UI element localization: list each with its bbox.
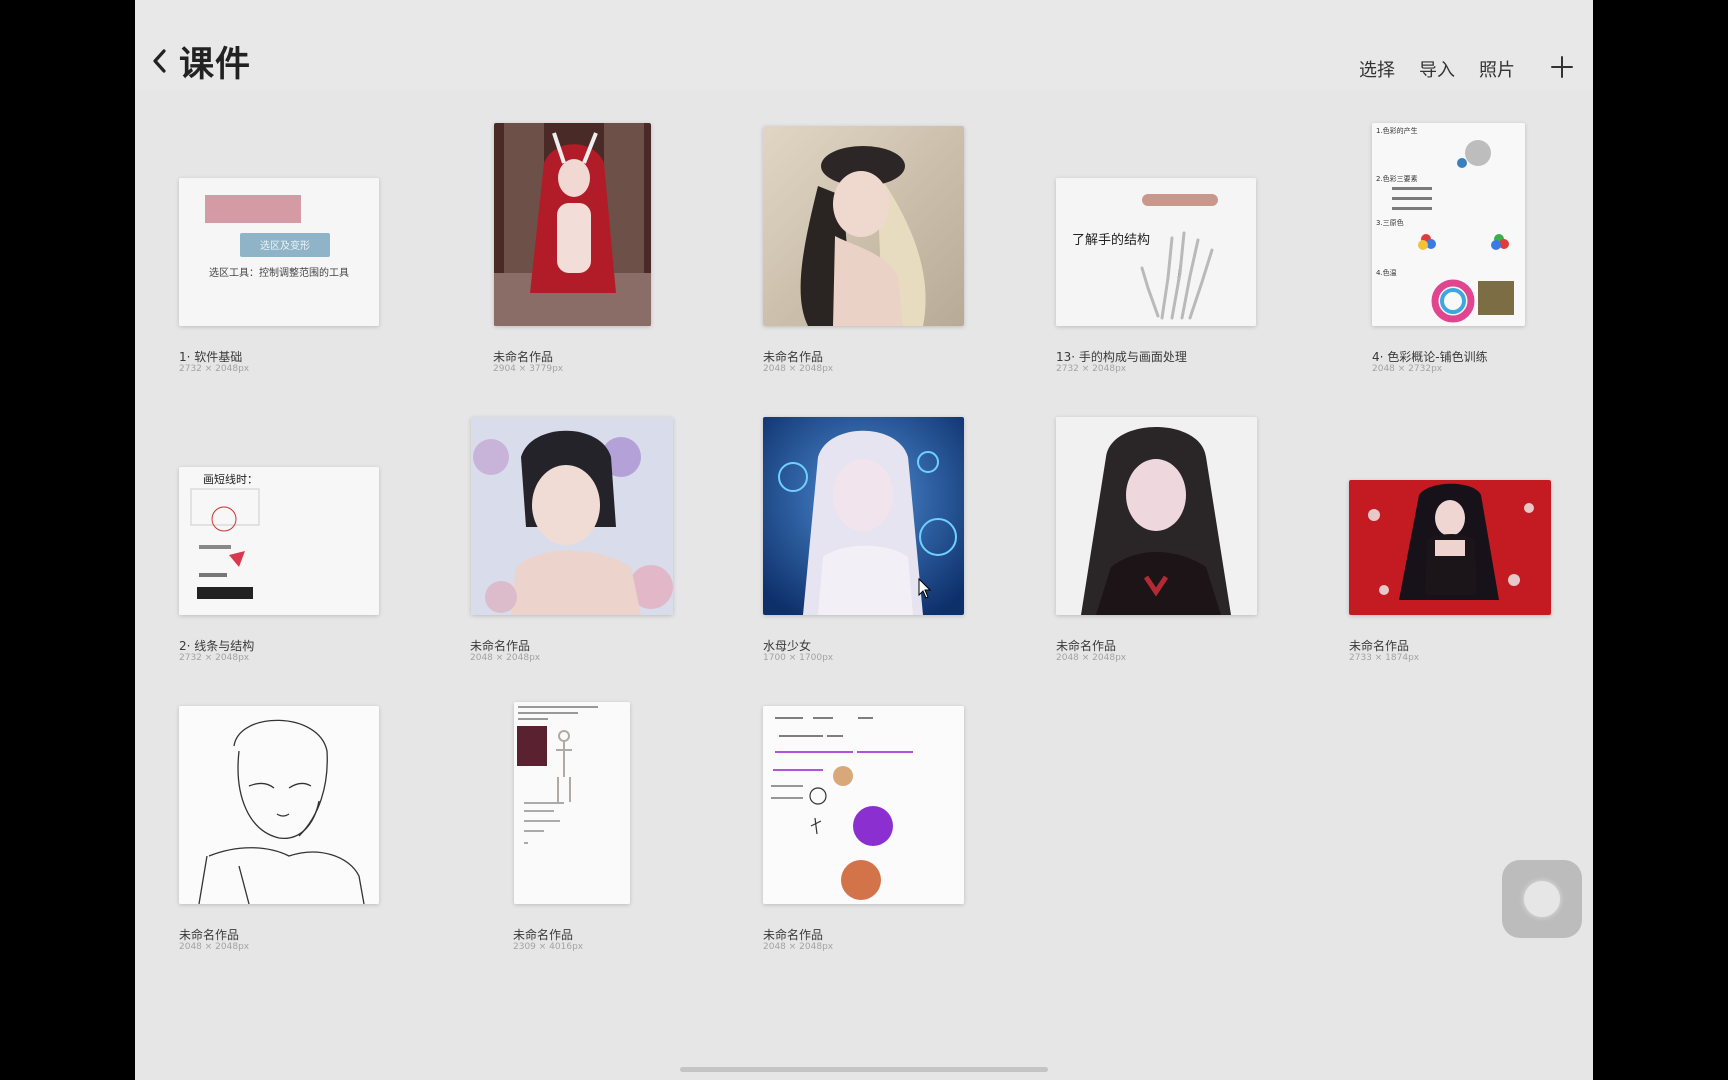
sketch-preview-image (179, 706, 379, 904)
artwork-name[interactable]: 水母少女 (763, 637, 811, 654)
artwork-thumbnail[interactable]: 画短线时： (179, 467, 379, 615)
artwork-name[interactable]: 4· 色彩概论-铺色训练 (1372, 348, 1488, 365)
lesson-preview-image: 选区及变形 选区工具：控制调整范围的工具 (179, 178, 379, 326)
artwork-thumbnail[interactable] (514, 702, 630, 904)
artwork-preview-image (471, 417, 673, 615)
preview-text: 4.色温 (1376, 268, 1397, 277)
artwork-name[interactable]: 13· 手的构成与画面处理 (1056, 348, 1187, 365)
artwork-preview-image (1349, 480, 1551, 615)
artwork-dimensions: 2048 × 2048px (470, 653, 541, 663)
stack-title: 课件 (179, 44, 252, 85)
artwork-name[interactable]: 1· 软件基础 (179, 348, 242, 365)
artwork-thumbnail[interactable] (494, 123, 651, 326)
artwork-dimensions: 1700 × 1700px (763, 653, 834, 663)
artwork-name[interactable]: 未命名作品 (763, 926, 823, 943)
artwork-thumbnail[interactable]: 了解手的结构 (1056, 178, 1256, 326)
artwork-dimensions: 2904 × 3779px (493, 364, 564, 374)
artwork-preview-image (763, 126, 964, 326)
artwork-dimensions: 2733 × 1874px (1349, 653, 1420, 663)
artwork-thumbnail[interactable] (763, 126, 964, 326)
photos-button[interactable]: 照片 (1479, 56, 1515, 82)
notes-preview-image (763, 706, 964, 904)
plus-icon[interactable] (1550, 55, 1574, 79)
lesson-preview-image: 了解手的结构 (1056, 178, 1256, 326)
artwork-name[interactable]: 2· 线条与结构 (179, 637, 254, 654)
artwork-name[interactable]: 未命名作品 (1056, 637, 1116, 654)
artwork-dimensions: 2309 × 4016px (513, 942, 584, 952)
artwork-name[interactable]: 未命名作品 (763, 348, 823, 365)
chevron-left-icon (153, 49, 166, 73)
artwork-thumbnail[interactable] (1056, 417, 1257, 615)
artwork-dimensions: 2048 × 2048px (1056, 653, 1127, 663)
preview-text: 2.色彩三要素 (1376, 174, 1418, 183)
lesson-preview-image (514, 702, 630, 904)
artwork-preview-image (763, 417, 964, 615)
artwork-name[interactable]: 未命名作品 (1349, 637, 1409, 654)
artwork-thumbnail[interactable] (1349, 480, 1551, 615)
artwork-dimensions: 2048 × 2048px (763, 942, 834, 952)
artwork-dimensions: 2048 × 2048px (763, 364, 834, 374)
artwork-thumbnail[interactable] (763, 417, 964, 615)
artwork-name[interactable]: 未命名作品 (493, 348, 553, 365)
preview-text: 选区工具：控制调整范围的工具 (209, 266, 349, 279)
artwork-dimensions: 2732 × 2048px (179, 364, 250, 374)
assistive-touch-button[interactable] (1502, 860, 1582, 938)
artwork-name[interactable]: 未命名作品 (179, 926, 239, 943)
artwork-thumbnail[interactable]: 1.色彩的产生 2.色彩三要素 3.三原色 4.色温 (1372, 123, 1525, 326)
artwork-dimensions: 2732 × 2048px (1056, 364, 1127, 374)
lesson-preview-image: 1.色彩的产生 2.色彩三要素 3.三原色 4.色温 (1372, 123, 1525, 326)
artwork-dimensions: 2048 × 2732px (1372, 364, 1443, 374)
import-button[interactable]: 导入 (1419, 56, 1455, 82)
mouse-pointer-icon (918, 578, 932, 599)
artwork-dimensions: 2732 × 2048px (179, 653, 250, 663)
preview-text: 3.三原色 (1376, 218, 1404, 227)
preview-text: 1.色彩的产生 (1376, 126, 1418, 135)
back-button[interactable]: 课件 (149, 36, 251, 86)
artwork-thumbnail[interactable] (763, 706, 964, 904)
home-indicator[interactable] (680, 1067, 1048, 1072)
preview-text: 选区及变形 (260, 239, 310, 252)
artwork-preview-image (1056, 417, 1257, 615)
preview-text: 画短线时： (203, 472, 258, 486)
artwork-thumbnail[interactable] (179, 706, 379, 904)
artwork-name[interactable]: 未命名作品 (513, 926, 573, 943)
procreate-gallery-screen: 课件 选择 导入 照片 选区及变形 选区工具：控制调整范围的工具 1· 软件基础… (135, 0, 1593, 1080)
artwork-name[interactable]: 未命名作品 (470, 637, 530, 654)
artwork-thumbnail[interactable] (471, 417, 673, 615)
assistive-touch-icon (1524, 881, 1560, 917)
lesson-preview-image: 画短线时： (179, 467, 379, 615)
artwork-thumbnail[interactable]: 选区及变形 选区工具：控制调整范围的工具 (179, 178, 379, 326)
select-button[interactable]: 选择 (1359, 56, 1395, 82)
artwork-preview-image (494, 123, 651, 326)
artwork-dimensions: 2048 × 2048px (179, 942, 250, 952)
preview-text: 了解手的结构 (1072, 232, 1150, 248)
top-bar: 课件 选择 导入 照片 (135, 0, 1593, 90)
